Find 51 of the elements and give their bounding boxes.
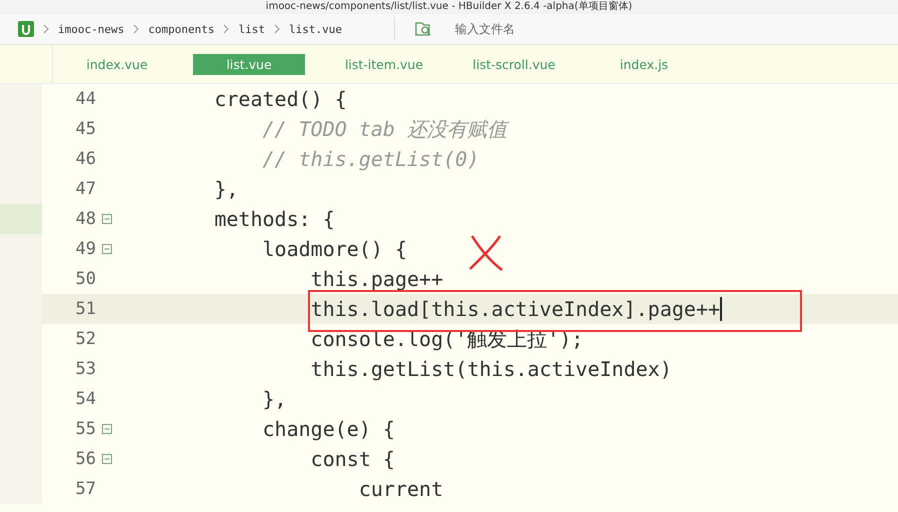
code-line: const { xyxy=(310,447,395,471)
text-cursor xyxy=(720,297,722,321)
code-line: this.page++ xyxy=(310,267,444,291)
fold-icon[interactable] xyxy=(102,424,112,434)
line-number: 44 xyxy=(74,89,96,109)
cross-mark xyxy=(468,234,504,272)
chevron-icon xyxy=(223,24,230,34)
line-number: 51 xyxy=(74,299,96,319)
file-tab[interactable]: index.js xyxy=(585,54,703,74)
code-line: // TODO tab 还没有赋值 xyxy=(261,116,507,142)
line-number: 45 xyxy=(74,119,96,139)
code-line: change(e) { xyxy=(261,417,395,441)
line-number: 47 xyxy=(74,179,96,199)
line-number: 46 xyxy=(74,149,96,169)
fold-icon[interactable] xyxy=(102,454,112,464)
search-icon xyxy=(415,21,433,37)
breadcrumb-item[interactable]: imooc-news xyxy=(58,22,124,36)
breadcrumb-item[interactable]: list xyxy=(238,22,265,36)
line-number: 53 xyxy=(74,359,96,379)
line-number: 52 xyxy=(74,329,96,349)
line-number: 57 xyxy=(74,479,96,499)
file-tab[interactable]: list-scroll.vue xyxy=(455,54,573,74)
fold-icon[interactable] xyxy=(102,214,112,224)
sidebar-selection xyxy=(0,204,42,234)
fold-icon[interactable] xyxy=(102,244,112,254)
code-line: this.getList(this.activeIndex) xyxy=(310,357,672,381)
line-number: 50 xyxy=(74,269,96,289)
file-tab[interactable]: index.vue xyxy=(53,54,181,74)
code-line: }, xyxy=(213,177,238,201)
code-line: // this.getList(0) xyxy=(261,147,480,171)
logo-icon xyxy=(18,21,34,37)
file-tab[interactable]: list-item.vue xyxy=(325,54,443,74)
line-number: 54 xyxy=(74,389,96,409)
chevron-icon xyxy=(43,24,49,34)
breadcrumb-item[interactable]: components xyxy=(148,22,214,36)
chevron-icon xyxy=(133,24,140,34)
window-title: imooc-news/components/list/list.vue - HBuilder X 2.6.4 -alpha(单项目窗体) xyxy=(266,1,632,13)
line-number: 55 xyxy=(74,419,96,439)
line-number: 49 xyxy=(74,239,96,259)
code-line: this.load[this.activeIndex].page++ xyxy=(310,297,720,321)
code-line: created() { xyxy=(213,87,347,111)
line-number: 56 xyxy=(74,449,96,469)
code-line: methods: { xyxy=(213,207,335,231)
breadcrumb-item[interactable]: list.vue xyxy=(288,22,342,36)
code-line: }, xyxy=(261,387,287,411)
chevron-icon xyxy=(274,24,280,34)
line-number: 48 xyxy=(74,209,96,229)
code-line: loadmore() { xyxy=(261,237,407,261)
search-field[interactable]: 输入文件名 xyxy=(453,21,657,37)
file-tab[interactable]: list.vue xyxy=(193,54,305,74)
code-line: current xyxy=(358,477,444,501)
